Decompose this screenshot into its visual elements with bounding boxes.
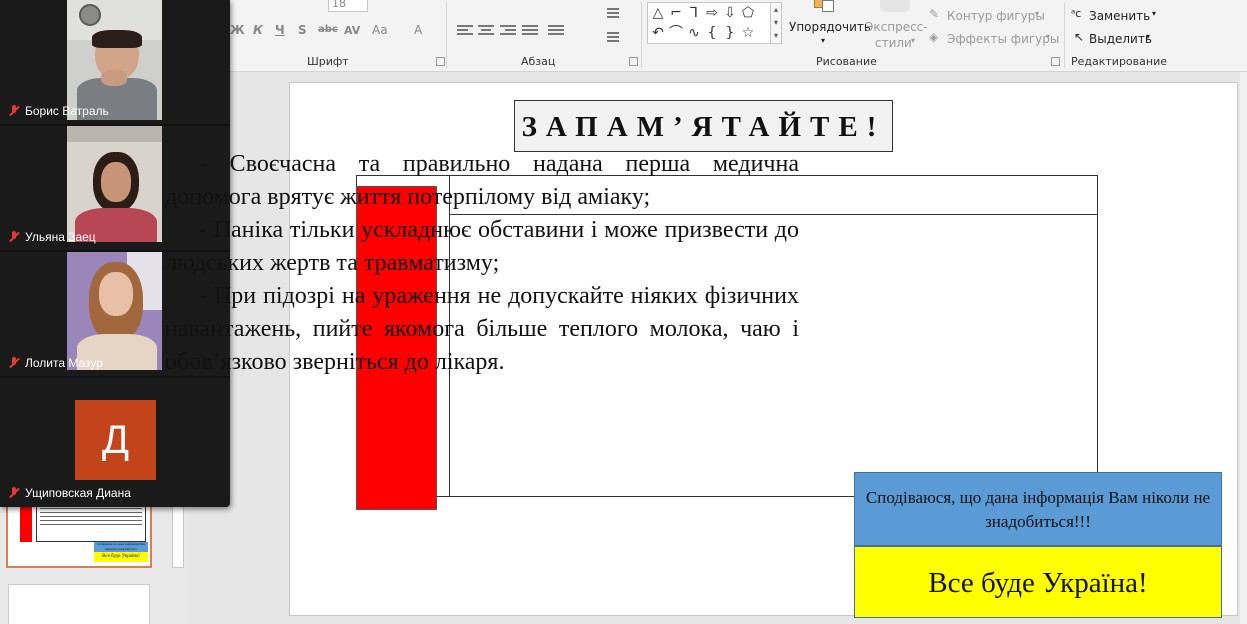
select-icon[interactable]: ↖	[1074, 30, 1084, 44]
down-arrow-shape-icon[interactable]: ⇩	[722, 5, 738, 21]
align-right-icon[interactable]	[500, 25, 516, 39]
participant-name-label: Ульяна Заец	[25, 230, 96, 244]
star-shape-icon[interactable]: ☆	[740, 25, 756, 41]
yellow-note-text: Все буде Україна!	[928, 567, 1148, 599]
shape-effects-button[interactable]: Эффекты фигуры	[947, 32, 1059, 46]
left-brace-shape-icon[interactable]: {	[704, 25, 720, 41]
thumbnail-text-lines	[36, 502, 146, 542]
quick-styles-button[interactable]: Экспресс-	[865, 20, 928, 34]
content-paragraph: - Паніка тільки ускладнює обставини і мо…	[165, 217, 799, 276]
participant-name-label: Ущиповская Диана	[25, 486, 131, 500]
mic-muted-icon	[8, 231, 20, 243]
participant-name: Борис Ватраль	[8, 104, 109, 118]
quick-styles-icon[interactable]	[880, 0, 910, 12]
strikethrough-button[interactable]: S	[298, 23, 307, 37]
shadow-button[interactable]: abc	[318, 24, 338, 35]
slide-thumbnail-active[interactable]: Сподіваюся, що дана інформація Вам нікол…	[6, 500, 152, 568]
freeform-shape-icon[interactable]: ∿	[686, 25, 702, 41]
mic-muted-icon	[8, 105, 20, 117]
font-dialog-launcher[interactable]	[436, 57, 445, 66]
thumbnail-yellow-text: Все буде Україна!	[102, 554, 140, 559]
participant-name-label: Лолита Мазур	[25, 356, 103, 370]
content-paragraph: - При підозрі на ураження не допускайте …	[165, 283, 799, 375]
content-text[interactable]: - Своєчасна та правильно надана перша ме…	[165, 148, 799, 379]
font-color-button[interactable]: A	[414, 23, 422, 37]
yellow-note-box[interactable]: Все буде Україна!	[854, 546, 1222, 618]
thumbnail-yellow-box: Все буде Україна!	[94, 552, 148, 562]
participant-tile[interactable]: Борис Ватраль	[0, 0, 230, 126]
mic-muted-icon	[8, 487, 20, 499]
pentagon-shape-icon[interactable]: ⬠	[740, 5, 756, 21]
ribbon-separator	[641, 2, 642, 68]
drawing-group-label: Рисование	[816, 55, 877, 68]
arrange-button[interactable]: Упорядочить	[789, 20, 871, 34]
shape-outline-icon[interactable]: ✎	[929, 7, 939, 21]
replace-button[interactable]: Заменить	[1089, 9, 1150, 23]
ribbon-separator	[446, 2, 447, 68]
quick-styles-button-line2[interactable]: стили	[875, 36, 912, 50]
participant-video	[67, 0, 162, 120]
ribbon-separator	[1064, 2, 1065, 68]
font-size-box[interactable]: 18	[328, 0, 368, 12]
align-center-icon[interactable]	[478, 25, 494, 39]
thumbnail-blue-box: Сподіваюся, що дана інформація Вам нікол…	[94, 542, 148, 552]
main-scrollbar[interactable]	[1240, 72, 1247, 624]
slide-title[interactable]: ЗАПАМ’ЯТАЙТЕ!	[514, 100, 893, 152]
participant-tile[interactable]: Д Ущиповская Диана	[0, 380, 230, 506]
editing-group-label: Редактирование	[1071, 55, 1167, 68]
slide-thumbnail-next[interactable]	[8, 584, 150, 624]
curve-shape-icon[interactable]: ⌒	[668, 25, 684, 41]
quick-styles-dropdown-icon[interactable]: ▾	[911, 36, 915, 45]
replace-icon[interactable]: ᵃc	[1071, 7, 1081, 20]
paragraph-group-label: Абзац	[521, 55, 556, 68]
right-brace-shape-icon[interactable]: }	[722, 25, 738, 41]
change-case-button[interactable]: Aa	[372, 23, 388, 37]
text-direction-icon[interactable]	[607, 8, 623, 22]
participant-video	[67, 126, 162, 242]
char-spacing-button[interactable]: AV	[344, 24, 360, 37]
align-text-icon[interactable]	[607, 32, 623, 46]
blue-note-box[interactable]: Сподіваюся, що дана інформація Вам нікол…	[854, 472, 1222, 546]
elbow-connector-icon[interactable]: ⅂	[686, 5, 702, 21]
arrange-dropdown-icon[interactable]: ▾	[821, 36, 825, 45]
columns-icon[interactable]	[548, 25, 564, 39]
blue-note-text: Сподіваюся, що дана інформація Вам нікол…	[865, 488, 1211, 531]
shapes-gallery[interactable]: △ ⌐ ⅂ ⇨ ⇩ ⬠ ↶ ⌒ ∿ { } ☆	[647, 2, 772, 44]
participant-video	[67, 252, 162, 370]
participant-name: Лолита Мазур	[8, 356, 103, 370]
replace-dropdown-icon[interactable]: ▾	[1152, 9, 1156, 18]
italic-button[interactable]: К	[253, 23, 263, 37]
thumbnail-scrollbar[interactable]	[172, 500, 184, 568]
triangle-shape-icon[interactable]: △	[650, 5, 666, 21]
thumbnail-blue-text: Сподіваюся, що дана інформація Вам нікол…	[97, 542, 145, 551]
right-arrow-shape-icon[interactable]: ⇨	[704, 5, 720, 21]
content-paragraph: - Своєчасна та правильно надана перша ме…	[165, 151, 799, 210]
shapes-gallery-scroll[interactable]: ▴ ▾ ▾	[770, 2, 782, 44]
font-group-label: Шрифт	[307, 55, 349, 68]
arc-shape-icon[interactable]: ↶	[650, 25, 666, 41]
shape-outline-button[interactable]: Контур фигуры	[947, 9, 1045, 23]
shape-effects-icon[interactable]: ◈	[929, 30, 938, 44]
select-dropdown-icon[interactable]: ▾	[1146, 32, 1150, 41]
arrange-icon[interactable]	[814, 0, 838, 14]
shape-outline-dropdown-icon[interactable]: ▾	[1035, 9, 1039, 18]
align-left-icon[interactable]	[457, 25, 473, 39]
participant-name-label: Борис Ватраль	[25, 104, 109, 118]
connector-shape-icon[interactable]: ⌐	[668, 5, 684, 21]
thumbnail-red-bar	[20, 502, 32, 542]
font-size-value: 18	[332, 0, 346, 10]
participant-name: Ульяна Заец	[8, 230, 96, 244]
participant-avatar: Д	[75, 400, 156, 480]
bold-button[interactable]: Ж	[230, 23, 245, 37]
paragraph-dialog-launcher[interactable]	[629, 57, 638, 66]
justify-icon[interactable]	[522, 25, 538, 39]
shape-effects-dropdown-icon[interactable]: ▾	[1046, 32, 1050, 41]
participant-name: Ущиповская Диана	[8, 486, 131, 500]
mic-muted-icon	[8, 357, 20, 369]
select-button[interactable]: Выделить	[1089, 32, 1152, 46]
underline-button[interactable]: Ч	[275, 23, 285, 37]
drawing-dialog-launcher[interactable]	[1051, 57, 1060, 66]
